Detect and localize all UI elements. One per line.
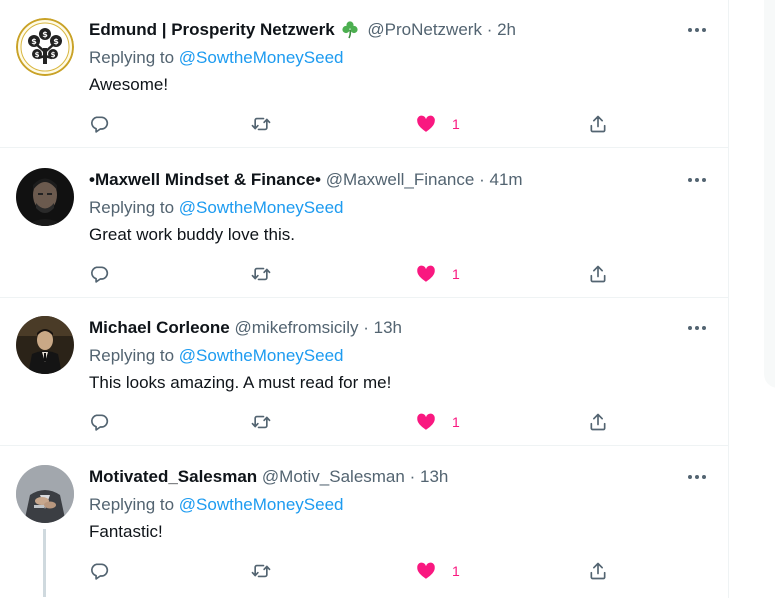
sidebar-card xyxy=(764,0,775,388)
retweet-arrows-icon xyxy=(251,415,271,429)
reply-button[interactable] xyxy=(89,410,109,434)
replying-to: Replying to @SowtheMoneySeed xyxy=(89,46,343,70)
retweet-arrows-icon xyxy=(251,564,271,578)
like-count: 1 xyxy=(452,414,460,430)
handle[interactable]: @Motiv_Salesman xyxy=(262,467,405,486)
avatar[interactable] xyxy=(16,465,74,523)
share-upload-icon xyxy=(590,115,606,133)
retweet-button[interactable] xyxy=(251,559,271,583)
like-count: 1 xyxy=(452,116,460,132)
display-name[interactable]: Edmund | Prosperity Netzwerk xyxy=(89,20,335,39)
svg-text:$: $ xyxy=(53,37,59,46)
tweet-header: Motivated_Salesman @Motiv_Salesman · 13h xyxy=(89,465,448,489)
mention-link[interactable]: @SowtheMoneySeed xyxy=(179,346,344,365)
shamrock-icon xyxy=(340,19,360,39)
retweet-arrows-icon xyxy=(251,267,271,281)
like-count: 1 xyxy=(452,563,460,579)
speech-bubble-icon xyxy=(91,563,109,580)
separator: · xyxy=(409,467,416,486)
replies-feed: $ $ $ $ $ Edmund | Prosperity Netzwerk @… xyxy=(0,0,729,598)
display-name[interactable]: •Maxwell Mindset & Finance• xyxy=(89,170,321,189)
reply-tweet[interactable]: •Maxwell Mindset & Finance• @Maxwell_Fin… xyxy=(0,150,729,298)
retweet-arrows-icon xyxy=(251,117,271,131)
timestamp[interactable]: 2h xyxy=(497,20,516,39)
thread-line xyxy=(43,529,46,597)
speech-bubble-icon xyxy=(91,116,109,133)
share-upload-icon xyxy=(590,562,606,580)
reply-tweet[interactable]: Motivated_Salesman @Motiv_Salesman · 13h… xyxy=(0,447,729,598)
speech-bubble-icon xyxy=(91,266,109,283)
more-dots-icon[interactable] xyxy=(686,20,708,40)
like-button[interactable]: 1 xyxy=(416,262,460,286)
handle[interactable]: @ProNetzwerk xyxy=(367,20,482,39)
svg-text:$: $ xyxy=(51,51,56,59)
share-button[interactable] xyxy=(588,410,608,434)
tweet-text: This looks amazing. A must read for me! xyxy=(89,373,392,392)
display-name[interactable]: Motivated_Salesman xyxy=(89,467,257,486)
tweet-header: Michael Corleone @mikefromsicily · 13h xyxy=(89,316,402,340)
replying-to: Replying to @SowtheMoneySeed xyxy=(89,344,343,368)
replying-to-label: Replying to xyxy=(89,495,175,514)
svg-text:$: $ xyxy=(35,51,40,59)
tweet-header: Edmund | Prosperity Netzwerk @ProNetzwer… xyxy=(89,18,516,42)
timestamp[interactable]: 13h xyxy=(420,467,448,486)
more-dots-icon[interactable] xyxy=(686,170,708,190)
avatar[interactable] xyxy=(16,316,74,374)
tweet-text: Great work buddy love this. xyxy=(89,225,295,244)
retweet-button[interactable] xyxy=(251,410,271,434)
handle[interactable]: @mikefromsicily xyxy=(235,318,359,337)
retweet-button[interactable] xyxy=(251,112,271,136)
like-button[interactable]: 1 xyxy=(416,112,460,136)
share-button[interactable] xyxy=(588,112,608,136)
like-count: 1 xyxy=(452,266,460,282)
more-dots-icon[interactable] xyxy=(686,467,708,487)
share-upload-icon xyxy=(590,413,606,431)
like-button[interactable]: 1 xyxy=(416,559,460,583)
svg-text:$: $ xyxy=(42,30,48,39)
more-dots-icon[interactable] xyxy=(686,318,708,338)
separator: · xyxy=(479,170,485,189)
replying-to: Replying to @SowtheMoneySeed xyxy=(89,196,343,220)
reply-tweet[interactable]: $ $ $ $ $ Edmund | Prosperity Netzwerk @… xyxy=(0,0,729,148)
heart-filled-icon xyxy=(417,562,435,579)
tweet-header: •Maxwell Mindset & Finance• @Maxwell_Fin… xyxy=(89,168,523,192)
reply-button[interactable] xyxy=(89,262,109,286)
mention-link[interactable]: @SowtheMoneySeed xyxy=(179,198,344,217)
tweet-text: Awesome! xyxy=(89,75,169,94)
heart-filled-icon xyxy=(417,265,435,282)
share-button[interactable] xyxy=(588,559,608,583)
separator: · xyxy=(486,20,493,39)
separator: · xyxy=(363,318,369,337)
timestamp[interactable]: 41m xyxy=(489,170,522,189)
like-button[interactable]: 1 xyxy=(416,410,460,434)
heart-filled-icon xyxy=(417,115,435,132)
handle[interactable]: @Maxwell_Finance xyxy=(326,170,475,189)
avatar[interactable] xyxy=(16,168,74,226)
reply-button[interactable] xyxy=(89,112,109,136)
mention-link[interactable]: @SowtheMoneySeed xyxy=(179,495,344,514)
svg-text:$: $ xyxy=(31,37,37,46)
replying-to-label: Replying to xyxy=(89,346,175,365)
share-upload-icon xyxy=(590,265,606,283)
display-name[interactable]: Michael Corleone xyxy=(89,318,230,337)
timestamp[interactable]: 13h xyxy=(374,318,402,337)
replying-to: Replying to @SowtheMoneySeed xyxy=(89,493,343,517)
heart-filled-icon xyxy=(417,413,435,430)
replying-to-label: Replying to xyxy=(89,48,175,67)
mention-link[interactable]: @SowtheMoneySeed xyxy=(179,48,344,67)
tweet-text: Fantastic! xyxy=(89,522,163,541)
share-button[interactable] xyxy=(588,262,608,286)
reply-button[interactable] xyxy=(89,559,109,583)
speech-bubble-icon xyxy=(91,414,109,431)
retweet-button[interactable] xyxy=(251,262,271,286)
avatar[interactable]: $ $ $ $ $ xyxy=(16,18,74,76)
reply-tweet[interactable]: Michael Corleone @mikefromsicily · 13h R… xyxy=(0,298,729,446)
replying-to-label: Replying to xyxy=(89,198,175,217)
